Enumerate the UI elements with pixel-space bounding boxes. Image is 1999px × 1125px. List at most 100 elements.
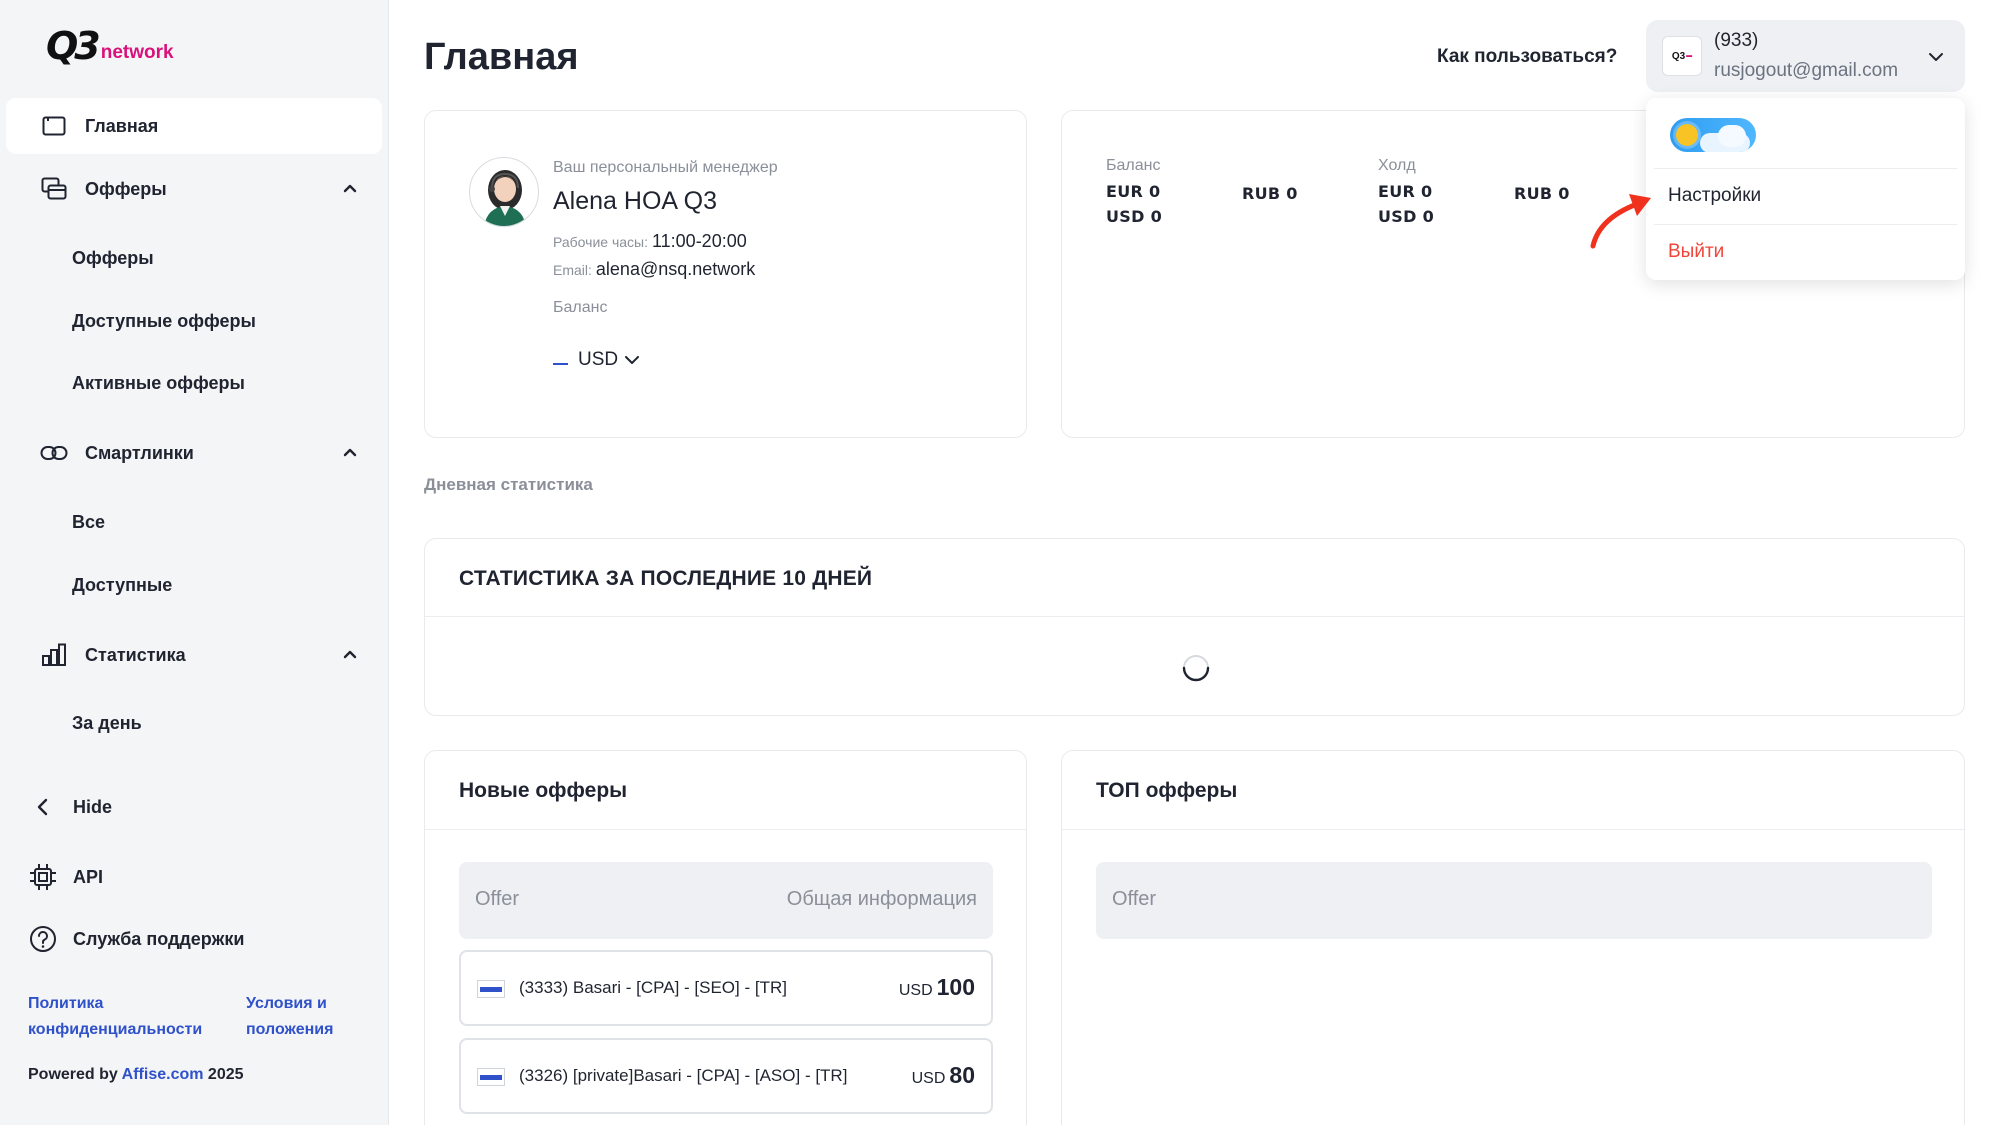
loading-spinner-icon — [1182, 655, 1210, 682]
manager-balance-label: Баланс — [553, 299, 608, 316]
avatar: Q3 ▬ — [1662, 36, 1702, 76]
hold-heading: Холд — [1378, 157, 1416, 174]
hold-group-rub: RUB 0 — [1514, 181, 1570, 206]
balance-group: Баланс EUR 0 USD 0 — [1106, 157, 1162, 229]
divider — [1654, 224, 1957, 225]
divider — [425, 829, 1026, 830]
hold-group: Холд EUR 0 USD 0 — [1378, 157, 1434, 229]
email-value: alena@nsq.network — [595, 259, 756, 279]
divider — [425, 616, 1964, 617]
sidebar-item-smartlinks[interactable]: Смартлинки — [6, 425, 382, 481]
settings-menu-item[interactable]: Настройки — [1668, 185, 1761, 207]
table-row[interactable]: (3333) Basari - [CPA] - [SEO] - [TR] USD… — [459, 950, 993, 1026]
sidebar-sub-daily[interactable]: За день — [72, 713, 142, 734]
divider — [1062, 829, 1964, 830]
support-label: Служба поддержки — [73, 928, 245, 949]
powered-prefix: Powered by — [28, 1066, 118, 1083]
column-offer[interactable]: Offer — [475, 888, 519, 911]
divider — [1654, 168, 1957, 169]
sidebar-sub-available-offers[interactable]: Доступные офферы — [72, 311, 256, 332]
balance-group-rub: RUB 0 — [1242, 181, 1298, 206]
hide-sidebar-button[interactable]: Hide — [28, 791, 112, 823]
affise-link[interactable]: Affise.com — [122, 1066, 204, 1083]
hold-eur: EUR 0 — [1378, 182, 1433, 201]
payout-currency: USD — [911, 1070, 946, 1087]
manager-card: Ваш персональный менеджер Alena HOA Q3 Р… — [424, 110, 1027, 438]
manager-email: Email: alena@nsq.network — [553, 259, 755, 280]
hold-usd: USD 0 — [1378, 207, 1434, 226]
how-to-use-link[interactable]: Как пользоваться? — [1437, 46, 1617, 68]
powered-by: Powered by Affise.com 2025 — [28, 1066, 244, 1084]
offer-name: (3333) Basari - [CPA] - [SEO] - [TR] — [519, 978, 787, 997]
home-icon — [40, 112, 68, 140]
currency-select[interactable]: USD — [553, 349, 640, 371]
flag-icon — [477, 1068, 505, 1086]
sidebar-sub-available[interactable]: Доступные — [72, 575, 172, 596]
sidebar-item-label: Главная — [85, 115, 159, 136]
avatar-mark: Q3 — [1671, 50, 1686, 62]
sidebar-item-home[interactable]: Главная — [6, 98, 382, 154]
account-id: (933) — [1714, 30, 1759, 51]
support-link[interactable]: Служба поддержки — [28, 923, 244, 955]
stats-title: СТАТИСТИКА ЗА ПОСЛЕДНИЕ 10 ДНЕЙ — [459, 567, 873, 590]
terms-link[interactable]: Условия и положения — [246, 991, 356, 1043]
table-row[interactable]: (3326) [private]Basari - [CPA] - [ASO] -… — [459, 1038, 993, 1114]
chevron-down-icon — [625, 356, 640, 364]
sidebar-item-statistics[interactable]: Статистика — [6, 627, 382, 683]
brand-logo[interactable]: Q3 network — [46, 24, 174, 68]
offer-name: (3326) [private]Basari - [CPA] - [ASO] -… — [519, 1066, 848, 1085]
offer-payout: USD 80 — [912, 1062, 975, 1089]
column-offer[interactable]: Offer — [1112, 888, 1156, 911]
offers-icon — [40, 175, 68, 203]
balance-usd: USD 0 — [1106, 207, 1162, 226]
sidebar-item-offers[interactable]: Офферы — [6, 161, 382, 217]
account-dropdown: Настройки Выйти — [1646, 98, 1965, 280]
daily-stats-label: Дневная статистика — [424, 475, 593, 494]
table-header: Offer — [1096, 862, 1932, 939]
payout-currency: USD — [898, 982, 933, 999]
manager-label: Ваш персональный менеджер — [553, 159, 778, 176]
manager-hours: Рабочие часы: 11:00-20:00 — [553, 231, 747, 252]
account-email: rusjogout@gmail.com — [1714, 60, 1899, 81]
sidebar-item-label: Статистика — [85, 644, 186, 665]
account-menu-button[interactable]: Q3 ▬ (933) rusjogout@gmail.com — [1646, 20, 1965, 92]
logo-mark: Q3 — [46, 24, 101, 68]
theme-toggle[interactable] — [1670, 118, 1756, 152]
column-info[interactable]: Общая информация — [787, 888, 977, 911]
sun-icon — [1676, 124, 1698, 146]
sidebar-item-label: Офферы — [85, 178, 167, 199]
logout-menu-item[interactable]: Выйти — [1668, 241, 1724, 263]
logo-text: network — [100, 42, 174, 63]
payout-amount: 80 — [949, 1062, 975, 1088]
sidebar: Q3 network Главная Офферы Офферы Доступн… — [0, 0, 389, 1125]
cloud-icon — [1718, 125, 1746, 147]
bar-chart-icon — [40, 641, 68, 669]
table-header: Offer Общая информация — [459, 862, 993, 939]
offer-payout: USD 100 — [899, 974, 975, 1001]
top-offers-title: ТОП офферы — [1096, 779, 1238, 802]
api-link[interactable]: API — [28, 861, 103, 893]
flag-icon — [477, 980, 505, 998]
chevron-left-icon — [28, 792, 58, 822]
sidebar-sub-all[interactable]: Все — [72, 512, 105, 533]
sidebar-sub-offers[interactable]: Офферы — [72, 248, 154, 269]
avatar-brand-dots: ▬ — [1686, 53, 1693, 59]
page-title: Главная — [424, 36, 579, 78]
stats-card: СТАТИСТИКА ЗА ПОСЛЕДНИЕ 10 ДНЕЙ — [424, 538, 1965, 716]
currency-value: USD — [578, 349, 619, 370]
new-offers-title: Новые офферы — [459, 779, 628, 802]
chevron-up-icon[interactable] — [342, 647, 358, 663]
link-icon — [40, 439, 68, 467]
manager-avatar — [469, 157, 539, 227]
balance-placeholder — [553, 363, 568, 365]
sidebar-sub-active-offers[interactable]: Активные офферы — [72, 373, 245, 394]
chevron-up-icon[interactable] — [342, 445, 358, 461]
balance-eur: EUR 0 — [1106, 182, 1161, 201]
payout-amount: 100 — [936, 974, 975, 1000]
new-offers-card: Новые офферы Offer Общая информация (333… — [424, 750, 1027, 1125]
help-icon — [28, 924, 58, 954]
chevron-up-icon[interactable] — [342, 181, 358, 197]
privacy-policy-link[interactable]: Политика конфиденциальности — [28, 991, 228, 1043]
api-label: API — [73, 866, 104, 887]
powered-year: 2025 — [207, 1066, 244, 1083]
